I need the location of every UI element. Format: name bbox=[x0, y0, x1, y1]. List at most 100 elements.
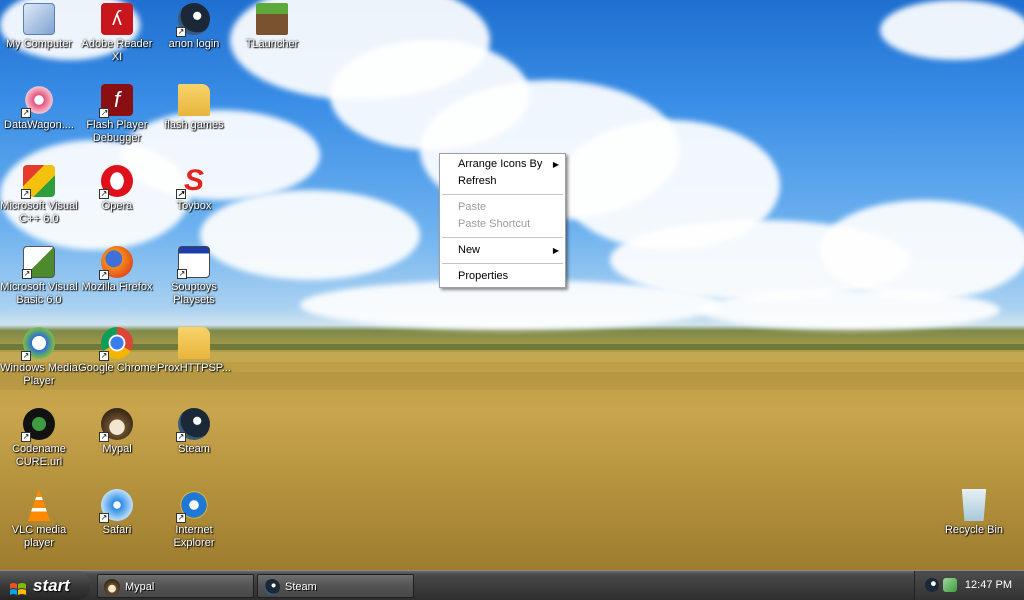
shortcut-arrow-icon: ↗ bbox=[22, 269, 32, 279]
desktop-icon-flash-debugger[interactable]: f ↗ Flash Player Debugger bbox=[78, 84, 156, 145]
menu-item-arrange-icons[interactable]: Arrange Icons By ▶ bbox=[440, 156, 565, 173]
shortcut-arrow-icon: ↗ bbox=[176, 432, 186, 442]
desktop-icon-vlc[interactable]: VLC media player bbox=[0, 489, 78, 550]
taskbar: start Mypal Steam 12:47 PM bbox=[0, 570, 1024, 600]
windows-logo-icon bbox=[9, 578, 27, 595]
icon-label: Internet Explorer bbox=[173, 524, 215, 549]
menu-item-label: Properties bbox=[458, 270, 509, 282]
submenu-arrow-icon: ▶ bbox=[552, 246, 559, 255]
icon-label: Safari bbox=[102, 524, 132, 536]
start-label: start bbox=[33, 576, 70, 595]
shortcut-arrow-icon: ↗ bbox=[176, 189, 186, 199]
menu-separator bbox=[442, 194, 563, 195]
desktop-icon-adobe-reader[interactable]: ʎ Adobe Reader XI bbox=[78, 3, 156, 64]
desktop-icon-flash-games[interactable]: flash games bbox=[155, 84, 233, 132]
shortcut-arrow-icon: ↗ bbox=[99, 270, 109, 280]
desktop-icon-tlauncher[interactable]: TLauncher bbox=[233, 3, 311, 51]
icon-label: Flash Player Debugger bbox=[86, 119, 148, 144]
desktop-icon-toybox[interactable]: S ↗ Toybox bbox=[155, 165, 233, 213]
menu-item-label: Refresh bbox=[458, 175, 497, 187]
icon-label: Microsoft Visual Basic 6.0 bbox=[0, 281, 78, 306]
menu-separator bbox=[442, 263, 563, 264]
firefox-icon: ↗ bbox=[99, 246, 133, 280]
recycle-bin-icon bbox=[961, 489, 987, 521]
menu-item-label: New bbox=[458, 244, 481, 256]
mypal-icon: ↗ bbox=[99, 408, 133, 442]
shortcut-arrow-icon: ↗ bbox=[99, 432, 109, 442]
icon-label: flash games bbox=[164, 119, 224, 131]
desktop-context-menu: Arrange Icons By ▶ Refresh Paste Paste S… bbox=[439, 153, 566, 288]
shortcut-arrow-icon: ↗ bbox=[21, 189, 31, 199]
desktop-icon-chrome[interactable]: ↗ Google Chrome bbox=[78, 327, 156, 375]
desktop-icon-datawagon[interactable]: ↗ DataWagon.... bbox=[0, 84, 78, 132]
icon-label: ProxHTTPSP... bbox=[157, 362, 231, 374]
visual-cpp-icon: ↗ bbox=[21, 165, 55, 199]
steam-tray-icon[interactable] bbox=[925, 578, 939, 592]
desktop-icon-recycle-bin[interactable]: Recycle Bin bbox=[935, 489, 1013, 537]
opera-icon: ↗ bbox=[99, 165, 133, 199]
ie-icon: ↗ bbox=[176, 489, 210, 523]
desktop-icon-visual-cpp[interactable]: ↗ Microsoft Visual C++ 6.0 bbox=[0, 165, 78, 226]
computer-icon bbox=[23, 3, 55, 35]
flash-icon: f ↗ bbox=[99, 84, 133, 118]
menu-item-new[interactable]: New ▶ bbox=[440, 242, 565, 259]
taskbar-button-steam[interactable]: Steam bbox=[257, 574, 414, 598]
icon-label: DataWagon.... bbox=[4, 119, 74, 131]
icon-label: Microsoft Visual C++ 6.0 bbox=[0, 200, 78, 225]
network-tray-icon[interactable] bbox=[943, 578, 957, 592]
taskbar-button-label: Steam bbox=[285, 581, 317, 593]
desktop-icon-proxhttpsp[interactable]: ProxHTTPSP... bbox=[155, 327, 233, 375]
desktop-icon-souptoys[interactable]: ↗ Souptoys Playsets bbox=[155, 246, 233, 307]
desktop-icon-my-computer[interactable]: My Computer bbox=[0, 3, 78, 51]
shortcut-arrow-icon: ↗ bbox=[21, 432, 31, 442]
icon-label: Mozilla Firefox bbox=[81, 281, 153, 293]
vlc-icon bbox=[27, 489, 51, 521]
desktop-icon-media-player[interactable]: ↗ Windows Media Player bbox=[0, 327, 78, 388]
desktop-icon-anon-login[interactable]: ↗ anon login bbox=[155, 3, 233, 51]
taskbar-button-mypal[interactable]: Mypal bbox=[97, 574, 254, 598]
desktop-icon-steam[interactable]: ↗ Steam bbox=[155, 408, 233, 456]
shortcut-arrow-icon: ↗ bbox=[21, 351, 31, 361]
safari-icon: ↗ bbox=[99, 489, 133, 523]
shortcut-arrow-icon: ↗ bbox=[176, 513, 186, 523]
shortcut-arrow-icon: ↗ bbox=[99, 108, 109, 118]
mypal-icon bbox=[104, 579, 120, 595]
menu-item-paste[interactable]: Paste bbox=[440, 199, 565, 216]
toybox-icon: S ↗ bbox=[176, 164, 204, 199]
menu-item-label: Arrange Icons By bbox=[458, 158, 543, 170]
desktop-icon-firefox[interactable]: ↗ Mozilla Firefox bbox=[78, 246, 156, 294]
icon-label: Steam bbox=[178, 443, 210, 455]
shortcut-arrow-icon: ↗ bbox=[99, 189, 109, 199]
menu-item-paste-shortcut[interactable]: Paste Shortcut bbox=[440, 216, 565, 233]
desktop-icon-internet-explorer[interactable]: ↗ Internet Explorer bbox=[155, 489, 233, 550]
desktop-icon-visual-basic[interactable]: ↗ Microsoft Visual Basic 6.0 bbox=[0, 246, 78, 307]
window-icon: ↗ bbox=[177, 246, 210, 279]
menu-item-label: Paste bbox=[458, 201, 487, 213]
icon-label: Recycle Bin bbox=[944, 524, 1004, 536]
desktop-icon-safari[interactable]: ↗ Safari bbox=[78, 489, 156, 537]
start-button[interactable]: start bbox=[0, 571, 90, 600]
shortcut-arrow-icon: ↗ bbox=[99, 513, 109, 523]
desktop-icon-codename-cure[interactable]: ↗ Codename CURE.url bbox=[0, 408, 78, 469]
taskbar-button-label: Mypal bbox=[125, 581, 155, 593]
icon-label: Mypal bbox=[102, 443, 132, 455]
icon-label: Toybox bbox=[176, 200, 212, 212]
icon-label: Opera bbox=[101, 200, 133, 212]
steam-icon bbox=[264, 579, 280, 595]
icon-label: Google Chrome bbox=[78, 362, 156, 374]
visual-basic-icon: ↗ bbox=[22, 246, 55, 279]
icon-label: Codename CURE.url bbox=[12, 443, 66, 468]
shortcut-arrow-icon: ↗ bbox=[21, 108, 31, 118]
icon-label: Windows Media Player bbox=[0, 362, 78, 387]
desktop-icon-mypal[interactable]: ↗ Mypal bbox=[78, 408, 156, 456]
steam-icon: ↗ bbox=[176, 408, 210, 442]
codename-cure-icon: ↗ bbox=[21, 408, 55, 442]
tray-clock[interactable]: 12:47 PM bbox=[965, 579, 1012, 591]
menu-separator bbox=[442, 237, 563, 238]
menu-item-label: Paste Shortcut bbox=[458, 218, 531, 230]
menu-item-refresh[interactable]: Refresh bbox=[440, 173, 565, 190]
icon-label: anon login bbox=[168, 38, 220, 50]
menu-item-properties[interactable]: Properties bbox=[440, 268, 565, 285]
desktop-icon-opera[interactable]: ↗ Opera bbox=[78, 165, 156, 213]
submenu-arrow-icon: ▶ bbox=[552, 160, 559, 169]
